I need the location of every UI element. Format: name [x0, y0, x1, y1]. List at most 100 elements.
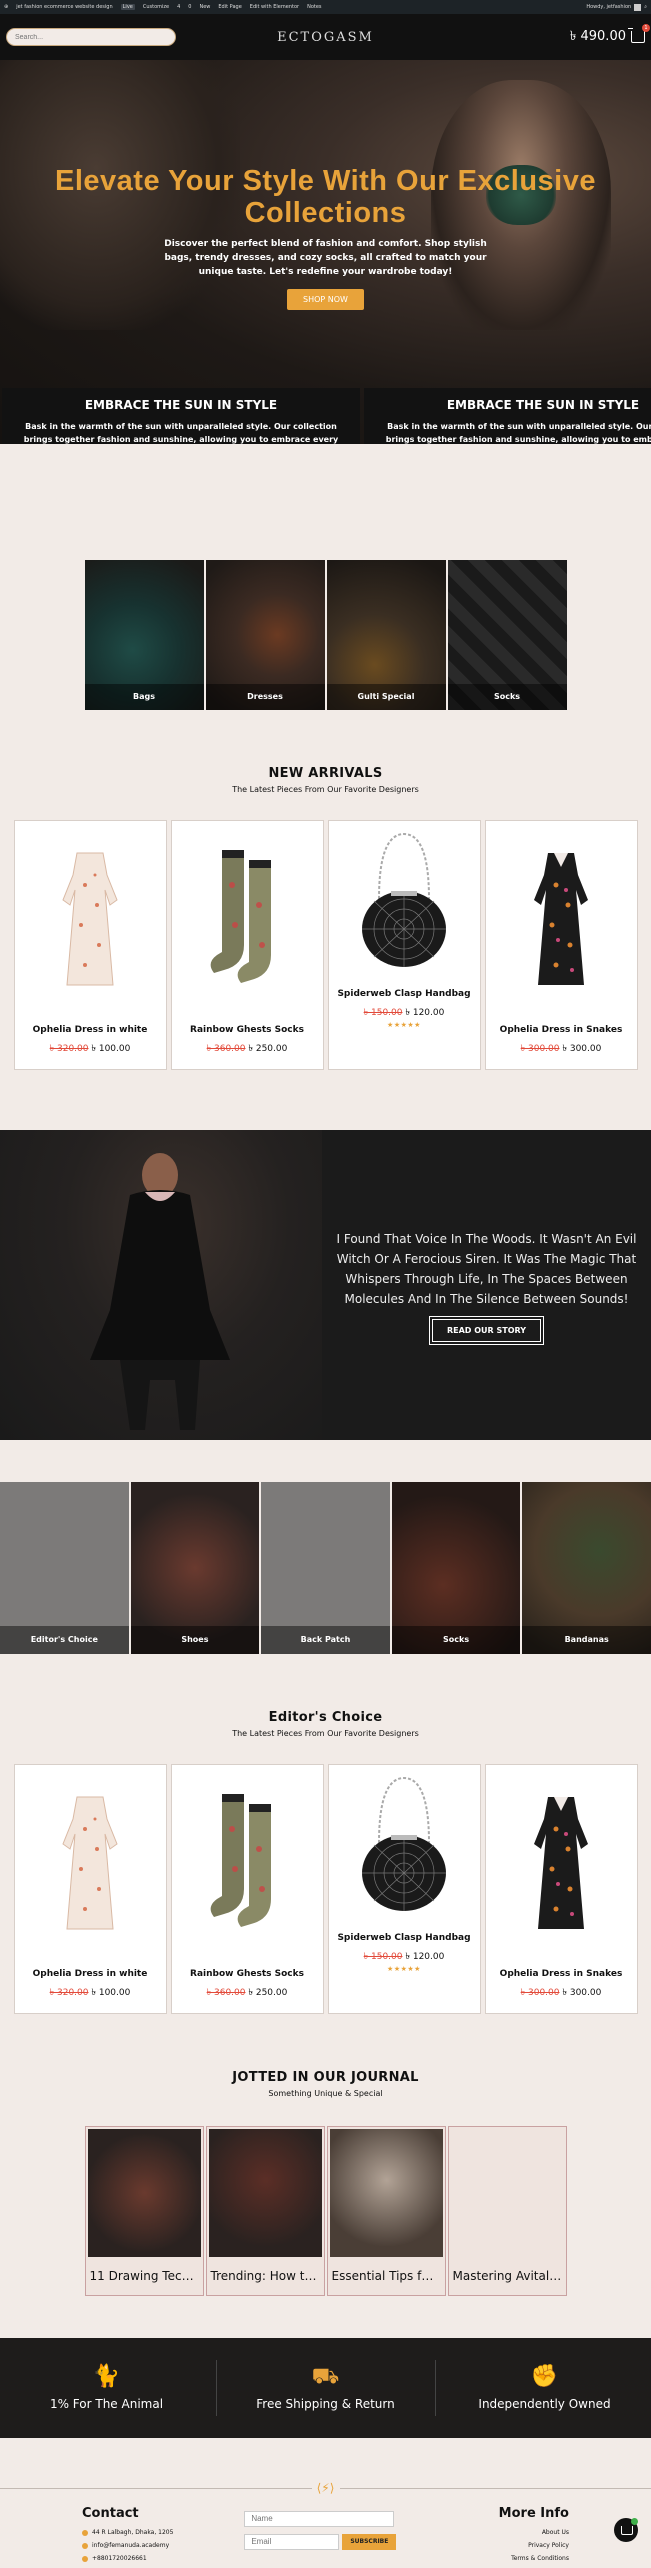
admin-customize[interactable]: Customize	[143, 4, 169, 10]
journal-card[interactable]: Trending: How to Style	[205, 2126, 325, 2296]
product-name[interactable]: Rainbow Ghests Socks	[172, 1969, 323, 1979]
emblem-icon: ⟨⚡⟩	[311, 2478, 340, 2498]
product-image[interactable]	[192, 1779, 303, 1949]
admin-notes[interactable]: Notes	[307, 4, 321, 10]
cart-button[interactable]: ৳ 490.00 1	[570, 24, 650, 48]
product-image[interactable]	[192, 835, 303, 1005]
contact-phone[interactable]: +8801720026661	[82, 2555, 244, 2562]
read-our-story-button[interactable]: READ OUR STORY	[428, 1315, 545, 1345]
admin-comments[interactable]: 0	[188, 4, 191, 10]
product-card[interactable]: Rainbow Ghests Socks ৳ 360.00 ৳ 250.00	[170, 820, 324, 1070]
product-name[interactable]: Ophelia Dress in white	[15, 1969, 166, 1979]
new-arrivals-header: NEW ARRIVALS The Latest Pieces From Our …	[0, 766, 651, 794]
feature-animal: 🐈 1% For The Animal	[32, 2364, 182, 2412]
product-sale-price: ৳ 300.00	[562, 1988, 602, 1998]
admin-new[interactable]: New	[199, 4, 210, 10]
cat-icon: 🐈	[92, 2364, 121, 2389]
product-name[interactable]: Ophelia Dress in white	[15, 1025, 166, 1035]
contact-email[interactable]: info@femanuda.academy	[82, 2542, 244, 2549]
journal-card[interactable]: 11 Drawing Techniques	[84, 2126, 204, 2296]
shop-now-button[interactable]: SHOP NOW	[287, 289, 364, 310]
feature-label: Free Shipping & Return	[256, 2397, 395, 2411]
gallery-item-bandanas[interactable]: Bandanas	[522, 1482, 651, 1654]
product-old-price: ৳ 150.00	[363, 1952, 403, 1962]
handbag-illustration	[362, 1776, 446, 1911]
product-card[interactable]: Rainbow Ghests Socks ৳ 360.00 ৳ 250.00	[170, 1764, 324, 2014]
avatar[interactable]	[634, 3, 642, 11]
category-dresses[interactable]: Dresses	[205, 560, 325, 710]
product-image[interactable]	[506, 1779, 617, 1949]
story-image	[0, 1130, 322, 1440]
journal-title[interactable]: Essential Tips for Style	[330, 2261, 443, 2291]
admin-greeting[interactable]: Howdy, jetfashion	[586, 4, 631, 10]
admin-elementor[interactable]: Edit with Elementor	[250, 4, 299, 10]
gallery-item-shoes[interactable]: Shoes	[130, 1482, 260, 1654]
footer-link[interactable]: Terms & Conditions	[407, 2555, 569, 2562]
journal-image[interactable]	[208, 2129, 322, 2257]
floating-cart-button[interactable]	[614, 2518, 638, 2542]
contact-text[interactable]: +8801720026661	[92, 2555, 147, 2562]
subscribe-button[interactable]: SUBSCRIBE	[342, 2533, 397, 2550]
journal-card[interactable]: Mastering Avital Ill...	[447, 2126, 567, 2296]
product-card[interactable]: Spiderweb Clasp Handbag ৳ 150.00 ৳ 120.00…	[327, 820, 481, 1070]
admin-edit-page[interactable]: Edit Page	[218, 4, 241, 10]
product-card[interactable]: Ophelia Dress in Snakes ৳ 300.00 ৳ 300.00	[484, 1764, 638, 2014]
gallery-label: Back Patch	[261, 1626, 390, 1654]
search-input[interactable]	[6, 28, 176, 46]
product-image[interactable]	[349, 829, 460, 979]
cart-count-badge: 1	[642, 24, 650, 32]
category-gulti-special[interactable]: Gulti Special	[326, 560, 446, 710]
product-image[interactable]	[35, 1779, 146, 1949]
journal-title[interactable]: Mastering Avital Ill...	[451, 2261, 564, 2291]
phone-icon	[82, 2555, 88, 2562]
admin-updates[interactable]: 4	[177, 4, 180, 10]
gallery-item-back-patch[interactable]: Back Patch	[261, 1482, 390, 1654]
feature-label: 1% For The Animal	[49, 2397, 164, 2411]
product-image[interactable]	[35, 835, 146, 1005]
location-icon	[82, 2529, 88, 2536]
category-bags[interactable]: Bags	[84, 560, 204, 710]
product-card[interactable]: Spiderweb Clasp Handbag ৳ 150.00 ৳ 120.00…	[327, 1764, 481, 2014]
product-image[interactable]	[506, 835, 617, 1005]
white-dress-illustration	[62, 1796, 118, 1930]
admin-site-link[interactable]: jet fashion ecommerce website design	[16, 4, 112, 10]
product-name[interactable]: Spiderweb Clasp Handbag	[329, 1933, 480, 1943]
new-arrivals-grid: Ophelia Dress in white ৳ 320.00 ৳ 100.00 …	[0, 820, 651, 1070]
product-card[interactable]: Ophelia Dress in white ৳ 320.00 ৳ 100.00	[13, 820, 167, 1070]
gallery-item-editors-choice[interactable]: Editor's Choice	[0, 1482, 129, 1654]
product-name[interactable]: Ophelia Dress in Snakes	[486, 1025, 637, 1035]
product-card[interactable]: Ophelia Dress in white ৳ 320.00 ৳ 100.00	[13, 1764, 167, 2014]
product-price: ৳ 320.00 ৳ 100.00	[15, 1041, 166, 1056]
hero-box-title: EMBRACE THE SUN IN STYLE	[446, 398, 640, 412]
product-price: ৳ 320.00 ৳ 100.00	[15, 1985, 166, 2000]
product-name[interactable]: Spiderweb Clasp Handbag	[329, 989, 480, 999]
journal-title[interactable]: Trending: How to Style	[209, 2261, 322, 2291]
category-socks[interactable]: Socks	[447, 560, 567, 710]
email-field[interactable]	[244, 2533, 340, 2550]
hero-feature-box: EMBRACE THE SUN IN STYLE Bask in the war…	[364, 388, 651, 444]
journal-card[interactable]: Essential Tips for Style	[326, 2126, 446, 2296]
product-image[interactable]	[349, 1773, 460, 1923]
search-icon[interactable]: ⌕	[644, 4, 647, 10]
footer-link[interactable]: About Us	[407, 2529, 569, 2536]
editors-choice-grid: Ophelia Dress in white ৳ 320.00 ৳ 100.00 …	[0, 1764, 651, 2014]
journal-title[interactable]: 11 Drawing Techniques	[88, 2261, 201, 2291]
product-sale-price: ৳ 120.00	[405, 1952, 445, 1962]
product-price: ৳ 360.00 ৳ 250.00	[172, 1041, 323, 1056]
name-field[interactable]	[244, 2510, 395, 2527]
hero-feature-box: EMBRACE THE SUN IN STYLE Bask in the war…	[2, 388, 360, 444]
journal-grid: 11 Drawing Techniques Trending: How to S…	[0, 2126, 651, 2296]
story-content: I Found That Voice In The Woods. It Wasn…	[322, 1130, 651, 1440]
wordpress-icon[interactable]: ⊕	[4, 4, 8, 10]
hero-banner: Elevate Your Style With Our Exclusive Co…	[0, 60, 651, 444]
product-name[interactable]: Rainbow Ghests Socks	[172, 1025, 323, 1035]
product-name[interactable]: Ophelia Dress in Snakes	[486, 1969, 637, 1979]
feature-shipping: ⛟ Free Shipping & Return	[251, 2365, 401, 2412]
footer-link[interactable]: Privacy Policy	[407, 2542, 569, 2549]
site-logo[interactable]: ECTOGASM	[277, 30, 374, 45]
journal-image[interactable]	[87, 2129, 201, 2257]
contact-text[interactable]: info@femanuda.academy	[92, 2542, 169, 2549]
gallery-item-socks[interactable]: Socks	[391, 1482, 521, 1654]
journal-image[interactable]	[329, 2129, 443, 2257]
product-card[interactable]: Ophelia Dress in Snakes ৳ 300.00 ৳ 300.00	[484, 820, 638, 1070]
